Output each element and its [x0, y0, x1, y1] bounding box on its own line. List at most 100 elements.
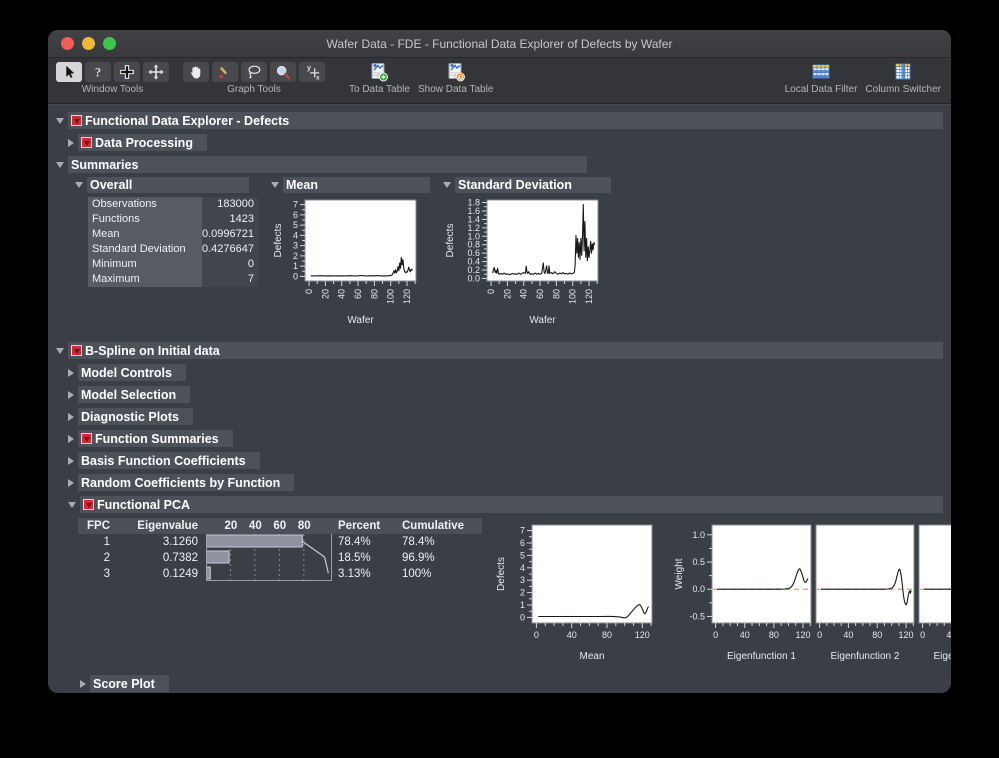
svg-text:0: 0	[920, 630, 925, 640]
column-switcher-button[interactable]: Column Switcher	[865, 62, 941, 95]
disclosure-bspline[interactable]	[56, 348, 64, 354]
svg-text:Defects: Defects	[496, 557, 507, 591]
svg-text:?: ?	[95, 66, 101, 80]
fpc-pareto-chart[interactable]	[204, 532, 334, 585]
outline-header-score-plot[interactable]: Score Plot	[90, 675, 169, 692]
overall-row-label: Functions	[88, 212, 202, 227]
eigenfunction-1-chart[interactable]: -0.50.00.51.0Weight04080120Eigenfunction…	[672, 517, 814, 668]
brush-tool-button[interactable]	[212, 62, 238, 82]
eigenfunction-3-chart[interactable]: 04080120Eigenfunction 3	[917, 517, 951, 668]
red-triangle-menu-icon[interactable]	[81, 433, 92, 444]
help-tool-button[interactable]: ?	[85, 62, 111, 82]
magnifier-icon	[274, 63, 292, 81]
outline-header-root[interactable]: Functional Data Explorer - Defects	[68, 112, 943, 129]
disclosure-functional-pca[interactable]	[68, 502, 76, 508]
svg-text:y: y	[307, 63, 311, 72]
lasso-tool-button[interactable]	[241, 62, 267, 82]
red-triangle-menu-icon[interactable]	[81, 137, 92, 148]
to-data-table-button[interactable]: To Data Table	[349, 62, 410, 95]
svg-text:7: 7	[520, 526, 525, 536]
local-data-filter-label: Local Data Filter	[785, 84, 858, 95]
disclosure-mean[interactable]	[271, 182, 279, 188]
outline-header-random-coefficients[interactable]: Random Coefficients by Function	[78, 474, 294, 491]
red-triangle-menu-icon[interactable]	[83, 499, 94, 510]
data-processing-label: Data Processing	[95, 136, 193, 150]
overall-row-value: 7	[202, 272, 258, 287]
svg-text:4: 4	[520, 563, 525, 573]
graph-tools-group: yx Graph Tools	[183, 62, 325, 95]
svg-text:20: 20	[502, 289, 512, 299]
fpca-mean-chart[interactable]: 01234567Defects04080120Mean	[494, 517, 664, 668]
svg-text:40: 40	[519, 289, 529, 299]
overall-row-value: 1423	[202, 212, 258, 227]
arrow-tool-button[interactable]	[56, 62, 82, 82]
outline-header-summaries[interactable]: Summaries	[68, 156, 587, 173]
disclosure-model-controls[interactable]	[68, 369, 74, 377]
svg-text:120: 120	[899, 630, 914, 640]
overall-row-value: 0	[202, 257, 258, 272]
outline-header-data-processing[interactable]: Data Processing	[78, 134, 207, 151]
disclosure-diagnostic-plots[interactable]	[68, 413, 74, 421]
overall-row-label: Minimum	[88, 257, 202, 272]
zoom-button[interactable]	[103, 37, 116, 50]
disclosure-function-summaries[interactable]	[68, 435, 74, 443]
help-icon: ?	[89, 63, 107, 81]
red-triangle-menu-icon[interactable]	[71, 345, 82, 356]
eigenfunction-2-chart[interactable]: 04080120Eigenfunction 2	[814, 517, 917, 668]
svg-text:1: 1	[293, 261, 298, 271]
overall-row-label: Mean	[88, 227, 202, 242]
overall-row-value: 0.0996721	[202, 227, 258, 242]
outline-header-functional-pca[interactable]: Functional PCA	[80, 496, 943, 513]
svg-text:80: 80	[872, 630, 882, 640]
pca-table-cell: 3.1260	[116, 536, 204, 548]
minimize-button[interactable]	[82, 37, 95, 50]
grabber-tool-button[interactable]	[183, 62, 209, 82]
svg-text:100: 100	[386, 289, 396, 304]
summaries-label: Summaries	[71, 158, 138, 172]
overall-row-label: Maximum	[88, 272, 202, 287]
svg-text:80: 80	[769, 630, 779, 640]
disclosure-random-coefficients[interactable]	[68, 479, 74, 487]
hand-grabber-icon	[187, 63, 205, 81]
overall-table-row: Minimum0	[88, 257, 258, 272]
disclosure-root[interactable]	[56, 118, 64, 124]
show-data-table-label: Show Data Table	[418, 84, 493, 95]
title-bar[interactable]: Wafer Data - FDE - Functional Data Explo…	[48, 30, 951, 58]
move-tool-button[interactable]	[143, 62, 169, 82]
disclosure-std-dev[interactable]	[443, 182, 451, 188]
disclosure-summaries[interactable]	[56, 162, 64, 168]
svg-text:Mean: Mean	[579, 651, 604, 662]
outline-header-basis-function-coefficients[interactable]: Basis Function Coefficients	[78, 452, 260, 469]
svg-text:Wafer: Wafer	[347, 315, 374, 326]
disclosure-model-selection[interactable]	[68, 391, 74, 399]
selection-tool-button[interactable]	[114, 62, 140, 82]
close-button[interactable]	[61, 37, 74, 50]
overall-table: Observations183000Functions1423Mean0.099…	[88, 197, 258, 287]
mean-header[interactable]: Mean	[283, 177, 430, 193]
outline-header-model-selection[interactable]: Model Selection	[78, 386, 190, 403]
mean-chart[interactable]: 01234567Defects020406080100120Wafer	[271, 195, 430, 332]
std-dev-chart[interactable]: 0.00.20.40.60.81.01.21.41.61.8Defects020…	[443, 195, 611, 332]
outline-header-function-summaries[interactable]: Function Summaries	[78, 430, 233, 447]
axis-crosshair-icon: yx	[303, 63, 321, 81]
disclosure-score-plot[interactable]	[80, 680, 86, 688]
disclosure-overall[interactable]	[75, 182, 83, 188]
outline-header-model-controls[interactable]: Model Controls	[78, 364, 186, 381]
window-tools-label: Window Tools	[82, 84, 144, 95]
magnifier-tool-button[interactable]	[270, 62, 296, 82]
local-data-filter-button[interactable]: Local Data Filter	[785, 62, 858, 95]
disclosure-data-processing[interactable]	[68, 139, 74, 147]
outline-header-bspline[interactable]: B-Spline on Initial data	[68, 342, 943, 359]
red-triangle-menu-icon[interactable]	[71, 115, 82, 126]
disclosure-basis-function-coefficients[interactable]	[68, 457, 74, 465]
show-data-table-button[interactable]: Show Data Table	[418, 62, 493, 95]
move-arrows-icon	[147, 63, 165, 81]
pca-table-cell: 3.13%	[334, 568, 398, 580]
outline-header-diagnostic-plots[interactable]: Diagnostic Plots	[78, 408, 193, 425]
std-dev-header[interactable]: Standard Deviation	[455, 177, 611, 193]
report-content: Functional Data Explorer - Defects Data …	[48, 104, 951, 693]
crosshair-tool-button[interactable]: yx	[299, 62, 325, 82]
svg-text:6: 6	[293, 210, 298, 220]
svg-text:1.8: 1.8	[467, 198, 480, 208]
overall-header[interactable]: Overall	[87, 177, 249, 193]
